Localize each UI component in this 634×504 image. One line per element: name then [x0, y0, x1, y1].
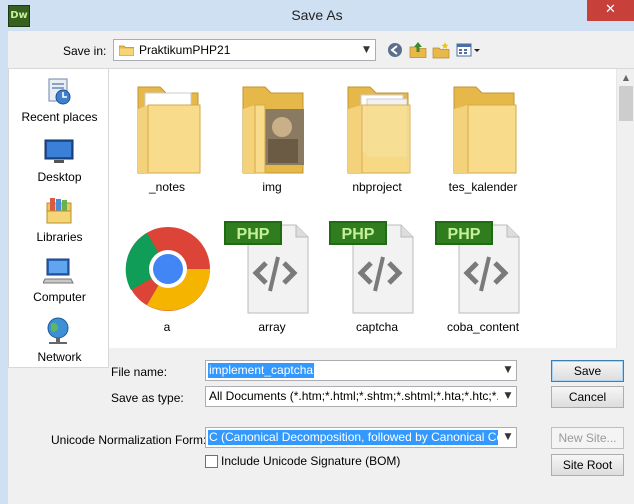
cancel-button[interactable]: Cancel — [551, 386, 624, 408]
place-label: Network — [37, 350, 82, 364]
file-item-php[interactable]: PHP captcha — [325, 219, 429, 349]
scroll-thumb[interactable] — [619, 86, 633, 121]
place-computer[interactable]: Computer — [9, 253, 110, 309]
file-name: _notes — [148, 180, 186, 194]
php-badge-icon: PHP — [224, 221, 282, 245]
new-folder-button[interactable] — [431, 39, 451, 61]
file-name: tes_kalender — [448, 180, 518, 194]
up-one-level-button[interactable] — [408, 39, 428, 61]
unicode-normalization-value: C (Canonical Decomposition, followed by … — [208, 430, 498, 445]
window-title: Save As — [291, 7, 343, 23]
back-arrow-icon — [388, 43, 402, 57]
save-as-type-value: All Documents (*.htm;*.html;*.shtm;*.sht… — [209, 389, 498, 403]
close-button[interactable]: ✕ — [587, 0, 634, 21]
save-as-type-label: Save as type: — [111, 391, 184, 405]
file-item-folder[interactable]: nbproject — [325, 79, 429, 209]
file-name-value: implement_captcha — [208, 363, 315, 378]
file-item-folder[interactable]: img — [220, 79, 324, 209]
file-item-folder[interactable]: _notes — [115, 79, 219, 209]
file-item-php[interactable]: PHP coba_content — [431, 219, 535, 349]
folder-icon — [347, 86, 411, 174]
chevron-down-icon: ▼ — [363, 45, 370, 55]
save-in-label: Save in: — [63, 44, 107, 58]
dialog-body: Save in: PraktikumPHP21 ▼ Recent places … — [8, 31, 634, 504]
file-item-folder[interactable]: tes_kalender — [431, 79, 535, 209]
php-badge-icon: PHP — [435, 221, 493, 245]
save-in-value: PraktikumPHP21 — [139, 43, 231, 57]
place-label: Computer — [33, 290, 86, 304]
place-recent-places[interactable]: Recent places — [9, 73, 110, 129]
file-name-input[interactable]: implement_captcha ▼ — [205, 360, 517, 381]
svg-text:PHP: PHP — [448, 226, 481, 243]
file-name: array — [258, 320, 286, 334]
file-item-php[interactable]: PHP array — [220, 219, 324, 349]
svg-text:PHP: PHP — [237, 226, 270, 243]
file-item-html[interactable]: a — [115, 219, 219, 349]
chrome-icon — [125, 227, 210, 311]
back-button[interactable] — [385, 39, 405, 61]
place-desktop[interactable]: Desktop — [9, 133, 110, 189]
place-label: Desktop — [37, 170, 82, 184]
file-name: a — [163, 320, 171, 334]
save-button[interactable]: Save — [551, 360, 624, 382]
file-list[interactable]: _notes img nbproject tes_kalender a PHP … — [109, 68, 634, 349]
libraries-icon — [46, 198, 72, 224]
place-libraries[interactable]: Libraries — [9, 193, 110, 249]
file-name: img — [262, 180, 282, 194]
folder-image-icon — [242, 86, 304, 174]
chevron-down-icon[interactable]: ▼ — [500, 361, 516, 380]
places-bar: Recent places Desktop Libraries Computer… — [8, 68, 109, 368]
title-bar: Dw Save As ✕ — [0, 0, 634, 31]
place-label: Recent places — [21, 110, 98, 124]
scroll-up-arrow-icon[interactable]: ▲ — [617, 69, 634, 86]
computer-icon — [43, 258, 74, 284]
include-bom-label[interactable]: Include Unicode Signature (BOM) — [221, 454, 400, 468]
site-root-button[interactable]: Site Root — [551, 454, 624, 476]
unicode-normalization-label: Unicode Normalization Form: — [51, 433, 207, 447]
file-name-label: File name: — [111, 365, 168, 379]
view-grid-icon — [456, 43, 480, 57]
include-bom-checkbox[interactable] — [205, 455, 218, 468]
folder-icon — [453, 86, 517, 174]
place-label: Libraries — [36, 230, 83, 244]
folder-icon — [137, 86, 201, 174]
save-in-dropdown[interactable]: PraktikumPHP21 ▼ — [113, 39, 376, 61]
desktop-icon — [44, 139, 74, 163]
views-menu-button[interactable] — [454, 39, 482, 61]
file-list-scrollbar[interactable]: ▲ — [616, 69, 634, 349]
recent-places-icon — [48, 78, 71, 105]
file-name: coba_content — [446, 320, 520, 334]
new-folder-icon — [432, 42, 450, 59]
save-as-type-dropdown[interactable]: All Documents (*.htm;*.html;*.shtm;*.sht… — [205, 386, 517, 407]
place-network[interactable]: Network — [9, 313, 110, 369]
network-icon — [47, 317, 69, 344]
unicode-normalization-dropdown[interactable]: C (Canonical Decomposition, followed by … — [205, 427, 517, 448]
new-site-button: New Site... — [551, 427, 624, 449]
up-folder-icon — [409, 42, 427, 58]
php-badge-icon: PHP — [329, 221, 387, 245]
chevron-down-icon: ▼ — [504, 432, 512, 442]
chevron-down-icon: ▼ — [504, 391, 512, 401]
folder-icon — [119, 45, 134, 56]
file-name: nbproject — [352, 180, 402, 194]
svg-text:PHP: PHP — [342, 226, 375, 243]
file-name: captcha — [355, 320, 399, 334]
